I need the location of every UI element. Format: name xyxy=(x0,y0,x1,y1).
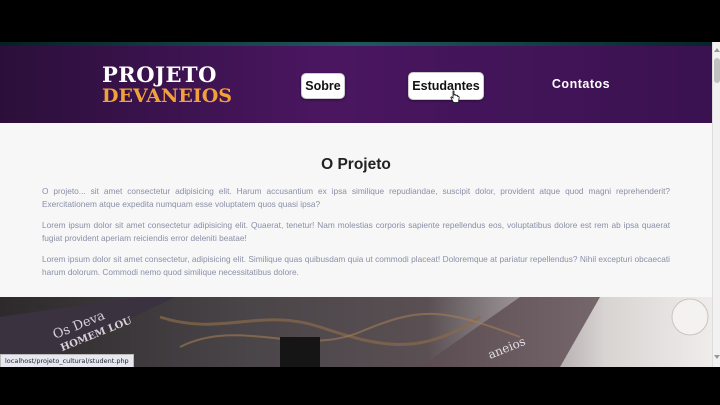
site-header: PROJETO DEVANEIOS Sobre Estudantes Conta… xyxy=(0,46,712,123)
project-section: O Projeto O projeto... sit amet consecte… xyxy=(0,123,712,297)
paragraph-3: Lorem ipsum dolor sit amet consectetur, … xyxy=(42,254,670,277)
scroll-down-arrow-icon[interactable] xyxy=(714,355,720,359)
link-status-bar: localhost/projeto_cultural/student.php xyxy=(0,354,134,367)
hand-cursor-icon xyxy=(450,90,460,103)
logo-line1[interactable]: PROJETO xyxy=(102,64,217,85)
paragraph-1: O projeto... sit amet consectetur adipis… xyxy=(42,186,670,209)
scroll-up-arrow-icon[interactable] xyxy=(714,48,720,52)
nav-contatos-link[interactable]: Contatos xyxy=(548,77,614,95)
nav-sobre-button[interactable]: Sobre xyxy=(301,73,345,99)
nav-estudantes-button[interactable]: Estudantes xyxy=(408,72,484,100)
browser-viewport: PROJETO DEVANEIOS Sobre Estudantes Conta… xyxy=(0,42,720,367)
logo-line2[interactable]: DEVANEIOS xyxy=(102,86,232,106)
section-title: O Projeto xyxy=(321,156,391,173)
scrollbar-thumb[interactable] xyxy=(714,58,720,83)
vertical-scrollbar[interactable] xyxy=(712,42,720,367)
paragraph-2: Lorem ipsum dolor sit amet consectetur a… xyxy=(42,220,670,243)
